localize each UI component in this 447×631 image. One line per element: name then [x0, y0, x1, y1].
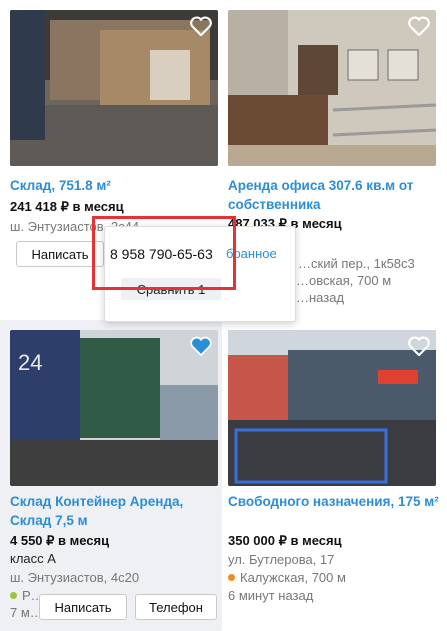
- listing-price-4: 350 000 ₽ в месяц: [228, 533, 342, 548]
- listing-address-2: …ский пер., 1к58с3: [298, 256, 415, 271]
- metro-dot-icon: [10, 592, 17, 599]
- phone-button-3[interactable]: Телефон: [135, 594, 217, 620]
- listing-time-2: …назад: [296, 290, 345, 305]
- listing-price-3: 4 550 ₽ в месяц: [10, 533, 110, 548]
- write-button-3[interactable]: Написать: [39, 594, 127, 620]
- listing-class-3: класс А: [10, 551, 56, 566]
- heart-outline-icon[interactable]: [190, 16, 212, 37]
- listing-photo-1[interactable]: [10, 10, 218, 166]
- listing-title-1[interactable]: Склад, 751.8 м²: [10, 176, 215, 195]
- listing-title-3[interactable]: Склад Контейнер Аренда, Склад 7,5 м: [10, 492, 215, 530]
- write-button-1[interactable]: Написать: [16, 241, 104, 267]
- heart-outline-icon[interactable]: [408, 16, 430, 37]
- listing-time-4: 6 минут назад: [228, 588, 314, 603]
- listing-title-4[interactable]: Свободного назначения, 175 м²: [228, 492, 440, 511]
- listing-time-3: 7 м…: [10, 605, 43, 620]
- listing-address-4: ул. Бутлерова, 17: [228, 552, 335, 567]
- listing-price-1: 241 418 ₽ в месяц: [10, 199, 124, 214]
- highlight-box: [92, 216, 236, 290]
- listing-title-2[interactable]: Аренда офиса 307.6 кв.м от собственника: [228, 176, 440, 214]
- listing-photo-2[interactable]: [228, 10, 436, 166]
- listing-card-3[interactable]: 24 Склад Контейнер Аренда, Склад 7,5 м 4…: [0, 320, 222, 631]
- listing-card-4[interactable]: Свободного назначения, 175 м² 350 000 ₽ …: [224, 320, 447, 631]
- listing-address-3: ш. Энтузиастов, 4с20: [10, 570, 140, 585]
- listing-metro-4: Калужская, 700 м: [228, 570, 346, 585]
- metro-dot-icon: [228, 574, 235, 581]
- svg-text:24: 24: [18, 350, 42, 375]
- heart-outline-icon[interactable]: [408, 336, 430, 357]
- listing-metro-2: …овская, 700 м: [296, 273, 392, 288]
- heart-filled-icon[interactable]: [190, 336, 212, 357]
- listing-photo-3[interactable]: 24: [10, 330, 218, 486]
- listing-photo-4[interactable]: [228, 330, 436, 486]
